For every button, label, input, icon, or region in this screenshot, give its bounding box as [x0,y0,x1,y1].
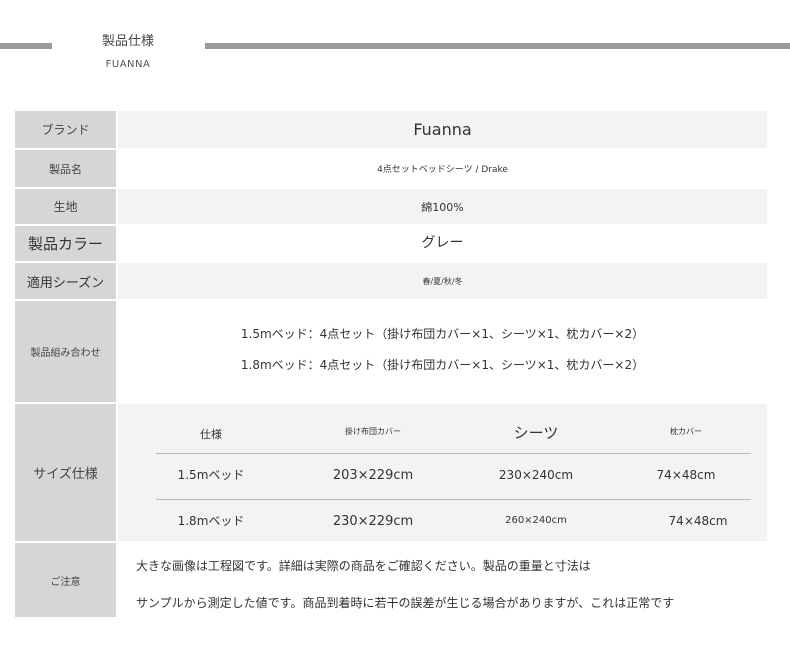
notice-line: サンプルから測定した値です。商品到着時に若干の誤差が生じる場合がありますが、これ… [136,596,675,610]
size-header: 枕カバー [670,427,702,436]
notice-line: 大きな画像は工程図です。詳細は実際の商品をご確認ください。製品の重量と寸法は [136,559,591,573]
header-rule-left [0,43,52,49]
size-cell: 1.8mベッド [177,514,245,528]
size-divider [156,499,751,500]
row-notice: ご注意 大きな画像は工程図です。詳細は実際の商品をご確認ください。製品の重量と寸… [15,543,767,617]
row-label: 製品名 [15,150,116,187]
size-cell: 230×229cm [332,514,414,529]
row-label: ご注意 [15,543,116,617]
size-cell: 203×229cm [332,468,414,483]
size-header: 掛け布団カバー [345,427,401,436]
row-color: 製品カラー グレー [15,226,767,261]
size-table: 仕様 掛け布団カバー シーツ 枕カバー 1.5mベッド 203×229cm 23… [118,404,767,541]
section-title: 製品仕様 [101,34,154,49]
row-season: 適用シーズン 春/夏/秋/冬 [15,263,767,299]
product-name-value: 4点セットベッドシーツ / Drake [377,165,508,175]
row-label: 適用シーズン [15,263,116,299]
season-value: 春/夏/秋/冬 [118,263,767,299]
size-cell: 1.5mベッド [177,468,245,482]
section-subtitle: FUANNA [105,59,151,70]
row-product-name: 製品名 4点セットベッドシーツ / Drake [15,150,767,187]
row-label: 製品カラー [15,226,116,261]
row-combination: 製品組み合わせ 1.5mベッド：4点セット（掛け布団カバー×1、シーツ×1、枕カ… [15,301,767,402]
color-value: グレー [421,235,464,251]
size-cell: 230×240cm [498,468,574,482]
size-cell: 74×48cm [656,468,716,482]
brand-value: Fuanna [118,111,767,148]
size-header: 仕様 [200,428,222,441]
row-fabric: 生地 綿100% [15,189,767,224]
row-label: 生地 [15,189,116,224]
row-size: サイズ仕様 仕様 掛け布団カバー シーツ 枕カバー 1.5mベッド 203×22… [15,404,767,541]
combination-line: 1.8mベッド：4点セット（掛け布団カバー×1、シーツ×1、枕カバー×2） [240,358,645,372]
combination-value: 1.5mベッド：4点セット（掛け布団カバー×1、シーツ×1、枕カバー×2） 1.… [118,301,767,402]
row-label: サイズ仕様 [15,404,116,541]
combination-line: 1.5mベッド：4点セット（掛け布団カバー×1、シーツ×1、枕カバー×2） [240,327,645,341]
size-divider [156,453,751,454]
fabric-value: 綿100% [118,189,767,224]
size-header: シーツ [513,424,559,442]
size-cell: 260×240cm [505,515,567,526]
row-label: ブランド [15,111,116,148]
row-label: 製品組み合わせ [15,301,116,402]
notice-value: 大きな画像は工程図です。詳細は実際の商品をご確認ください。製品の重量と寸法は サ… [118,543,767,617]
header-rule-right [205,43,790,49]
size-cell: 74×48cm [668,514,728,528]
row-brand: ブランド Fuanna [15,111,767,148]
section-header: 製品仕様 FUANNA [58,18,198,76]
